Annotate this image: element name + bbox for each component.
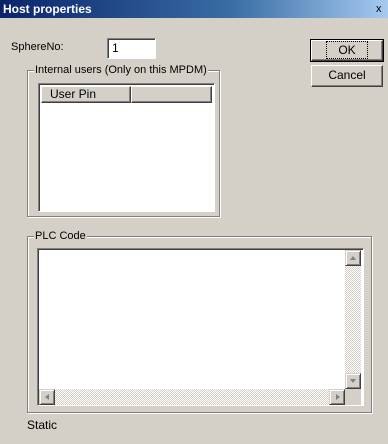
scroll-left-button[interactable] xyxy=(39,389,55,405)
arrow-left-icon xyxy=(45,394,49,400)
status-text: Static xyxy=(27,418,58,432)
arrow-up-icon xyxy=(350,256,356,260)
arrow-down-icon xyxy=(350,379,356,383)
plc-code-textarea[interactable] xyxy=(37,248,364,406)
scroll-up-button[interactable] xyxy=(345,250,361,266)
ok-button[interactable]: OK xyxy=(310,39,384,62)
sphere-no-input[interactable]: 1 xyxy=(107,38,156,59)
column-header-user-pin[interactable]: User Pin xyxy=(41,86,131,103)
close-icon[interactable]: x xyxy=(376,2,388,16)
scroll-down-button[interactable] xyxy=(345,373,361,389)
scrollbar-corner xyxy=(345,389,361,405)
ok-button-label: OK xyxy=(326,41,368,59)
vertical-scrollbar[interactable] xyxy=(345,250,361,389)
arrow-right-icon xyxy=(336,394,340,400)
column-header-blank[interactable] xyxy=(131,86,212,103)
window-title: Host properties xyxy=(3,2,92,16)
user-list[interactable]: User Pin xyxy=(38,83,215,212)
plc-code-group: PLC Code xyxy=(27,229,372,413)
title-bar[interactable]: Host properties x xyxy=(0,0,388,18)
cancel-button[interactable]: Cancel xyxy=(311,65,383,87)
plc-code-caption: PLC Code xyxy=(34,229,87,243)
internal-users-caption: Internal users (Only on this MPDM) xyxy=(34,63,208,77)
host-properties-dialog: Host properties x SphereNo: 1 OK Cancel … xyxy=(0,0,388,444)
scroll-right-button[interactable] xyxy=(329,389,345,405)
sphere-no-label: SphereNo: xyxy=(11,41,64,53)
internal-users-group: Internal users (Only on this MPDM) User … xyxy=(27,63,220,217)
user-list-header: User Pin xyxy=(41,86,212,103)
horizontal-scrollbar[interactable] xyxy=(39,389,345,405)
